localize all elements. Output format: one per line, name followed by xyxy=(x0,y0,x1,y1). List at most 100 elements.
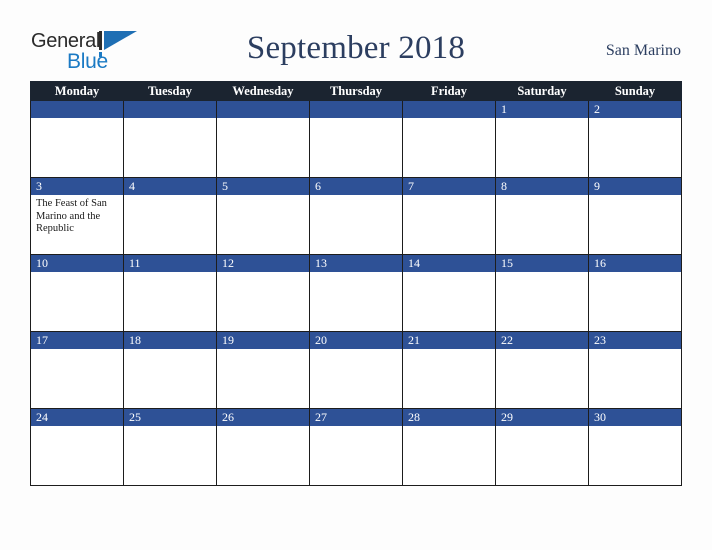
page-header: General Blue September 2018 San Marino xyxy=(0,26,712,78)
day-number: 6 xyxy=(310,178,402,195)
day-event-text xyxy=(403,118,495,121)
calendar-day-cell[interactable]: 12 xyxy=(216,254,310,332)
weekday-header-thursday: Thursday xyxy=(309,81,403,101)
weekday-header-wednesday: Wednesday xyxy=(216,81,310,101)
calendar-day-cell[interactable]: 24 xyxy=(30,408,124,486)
day-event-text xyxy=(124,349,216,352)
day-event-text xyxy=(310,272,402,275)
calendar-day-cell[interactable]: 28 xyxy=(402,408,496,486)
day-number: 18 xyxy=(124,332,216,349)
day-number xyxy=(124,101,216,118)
weekday-header-tuesday: Tuesday xyxy=(123,81,217,101)
day-number: 3 xyxy=(31,178,123,195)
calendar-day-cell[interactable]: 15 xyxy=(495,254,589,332)
day-event-text xyxy=(496,118,588,121)
day-number: 25 xyxy=(124,409,216,426)
calendar-day-cell[interactable]: 6 xyxy=(309,177,403,255)
calendar-day-cell[interactable]: 26 xyxy=(216,408,310,486)
calendar-day-cell[interactable]: 13 xyxy=(309,254,403,332)
day-event-text: The Feast of San Marino and the Republic xyxy=(36,198,107,234)
weekday-header-saturday: Saturday xyxy=(495,81,589,101)
day-number: 30 xyxy=(589,409,681,426)
day-event-text xyxy=(310,426,402,429)
day-number: 17 xyxy=(31,332,123,349)
calendar-day-cell[interactable]: 8 xyxy=(495,177,589,255)
day-number: 12 xyxy=(217,255,309,272)
day-event-text xyxy=(124,272,216,275)
calendar-day-cell[interactable]: 7 xyxy=(402,177,496,255)
calendar-day-cell[interactable]: 20 xyxy=(309,331,403,409)
calendar-day-cell[interactable]: 30 xyxy=(588,408,682,486)
day-number: 15 xyxy=(496,255,588,272)
day-number: 1 xyxy=(496,101,588,118)
calendar-empty-cell[interactable] xyxy=(402,100,496,178)
calendar-day-cell[interactable]: 18 xyxy=(123,331,217,409)
day-event-text xyxy=(31,272,123,275)
weekday-header-monday: Monday xyxy=(30,81,124,101)
day-event-text xyxy=(496,426,588,429)
calendar-day-cell[interactable]: 5 xyxy=(216,177,310,255)
day-number: 11 xyxy=(124,255,216,272)
day-event-text xyxy=(589,272,681,275)
calendar-day-cell[interactable]: 22 xyxy=(495,331,589,409)
day-event-text xyxy=(31,118,123,121)
calendar-day-cell[interactable]: 16 xyxy=(588,254,682,332)
day-number: 4 xyxy=(124,178,216,195)
calendar-empty-cell[interactable] xyxy=(216,100,310,178)
calendar-week-row: 12 xyxy=(30,100,682,178)
day-number: 10 xyxy=(31,255,123,272)
calendar-day-cell[interactable]: 11 xyxy=(123,254,217,332)
calendar-day-cell[interactable]: 21 xyxy=(402,331,496,409)
weekday-header-friday: Friday xyxy=(402,81,496,101)
calendar-week-row: 24 25 26 27 28 29 30 xyxy=(30,408,682,486)
calendar-day-cell[interactable]: 3 The Feast of San Marino and the Republi… xyxy=(30,177,124,255)
day-number: 19 xyxy=(217,332,309,349)
calendar-day-cell[interactable]: 19 xyxy=(216,331,310,409)
calendar-day-cell[interactable]: 14 xyxy=(402,254,496,332)
calendar-day-cell[interactable]: 9 xyxy=(588,177,682,255)
day-event-text xyxy=(124,195,216,198)
day-number: 23 xyxy=(589,332,681,349)
calendar-day-cell[interactable]: 27 xyxy=(309,408,403,486)
day-event-text xyxy=(31,349,123,352)
day-event-text xyxy=(403,272,495,275)
day-number: 22 xyxy=(496,332,588,349)
day-number: 5 xyxy=(217,178,309,195)
calendar-day-cell[interactable]: 29 xyxy=(495,408,589,486)
calendar-empty-cell[interactable] xyxy=(30,100,124,178)
day-number: 20 xyxy=(310,332,402,349)
day-number: 14 xyxy=(403,255,495,272)
calendar-day-cell[interactable]: 23 xyxy=(588,331,682,409)
day-number: 2 xyxy=(589,101,681,118)
calendar-day-cell[interactable]: 4 xyxy=(123,177,217,255)
day-event-text xyxy=(124,118,216,121)
day-event-text xyxy=(310,118,402,121)
day-number: 9 xyxy=(589,178,681,195)
calendar-day-cell[interactable]: 2 xyxy=(588,100,682,178)
day-number: 21 xyxy=(403,332,495,349)
day-event-text xyxy=(589,349,681,352)
day-number xyxy=(31,101,123,118)
day-event-text xyxy=(589,118,681,121)
day-event-text xyxy=(403,195,495,198)
calendar-body: 1 2 3 The Feast of San Marino and the Repub… xyxy=(30,100,682,486)
day-event-text xyxy=(217,118,309,121)
day-event-text xyxy=(403,349,495,352)
day-event-text xyxy=(589,195,681,198)
day-event-text xyxy=(217,349,309,352)
day-event-text xyxy=(124,426,216,429)
calendar-day-cell[interactable]: 25 xyxy=(123,408,217,486)
calendar-empty-cell[interactable] xyxy=(309,100,403,178)
calendar-day-cell[interactable]: 1 xyxy=(495,100,589,178)
calendar-empty-cell[interactable] xyxy=(123,100,217,178)
day-event-text xyxy=(496,195,588,198)
day-event-text xyxy=(217,426,309,429)
day-number: 8 xyxy=(496,178,588,195)
day-number: 26 xyxy=(217,409,309,426)
day-event-text xyxy=(589,426,681,429)
calendar-day-cell[interactable]: 10 xyxy=(30,254,124,332)
day-event-text xyxy=(496,349,588,352)
day-event-text xyxy=(217,272,309,275)
day-number: 29 xyxy=(496,409,588,426)
calendar-day-cell[interactable]: 17 xyxy=(30,331,124,409)
